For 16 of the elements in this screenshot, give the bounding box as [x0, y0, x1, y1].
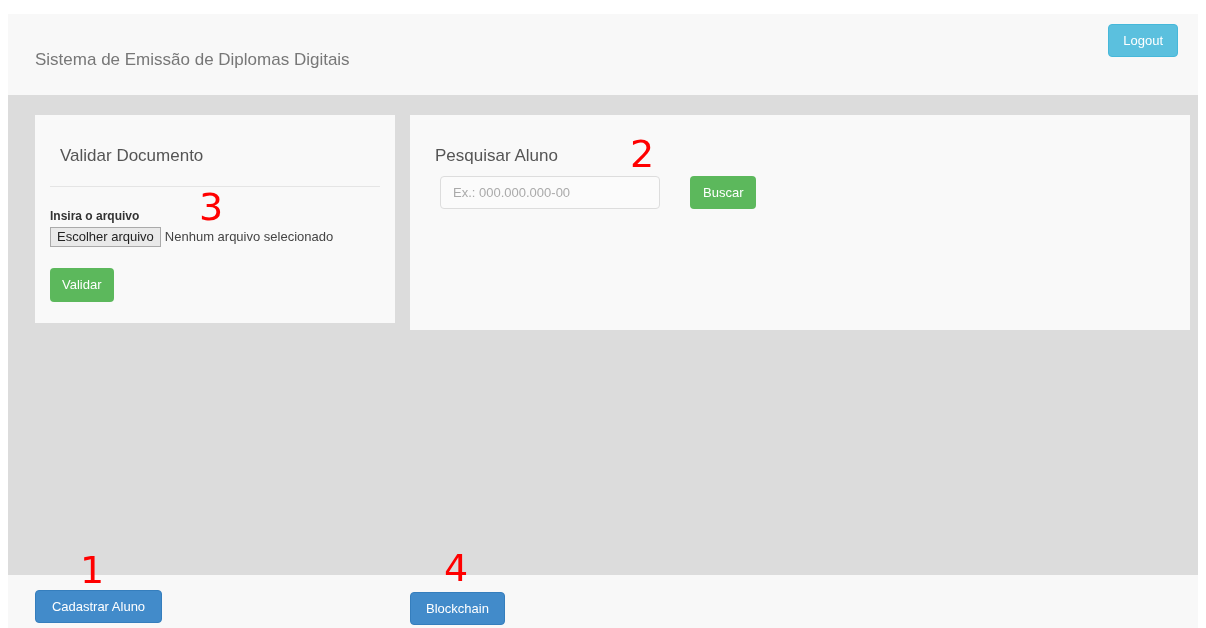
annotation-number: 4 — [444, 552, 469, 584]
choose-file-button[interactable]: Escolher arquivo — [50, 227, 161, 247]
card-title: Pesquisar Aluno — [435, 146, 558, 166]
field-label: Insira o arquivo — [50, 209, 140, 223]
annotation-number: 2 — [630, 138, 655, 170]
logout-button[interactable]: Logout — [1108, 24, 1178, 57]
validate-button[interactable]: Validar — [50, 268, 114, 302]
card-title: Validar Documento — [60, 145, 204, 167]
annotation-number: 1 — [80, 554, 105, 586]
search-field[interactable]: Ex.: 000.000.000-00 — [440, 176, 660, 209]
search-button[interactable]: Buscar — [690, 176, 757, 209]
register-student-button[interactable]: Cadastrar Aluno — [35, 590, 162, 623]
app-title: Sistema de Emissão de Diplomas Digitais — [35, 50, 350, 70]
annotation-number: 3 — [199, 191, 224, 223]
blockchain-button[interactable]: Blockchain — [410, 592, 505, 625]
file-status: Nenhum arquivo selecionado — [164, 228, 334, 247]
